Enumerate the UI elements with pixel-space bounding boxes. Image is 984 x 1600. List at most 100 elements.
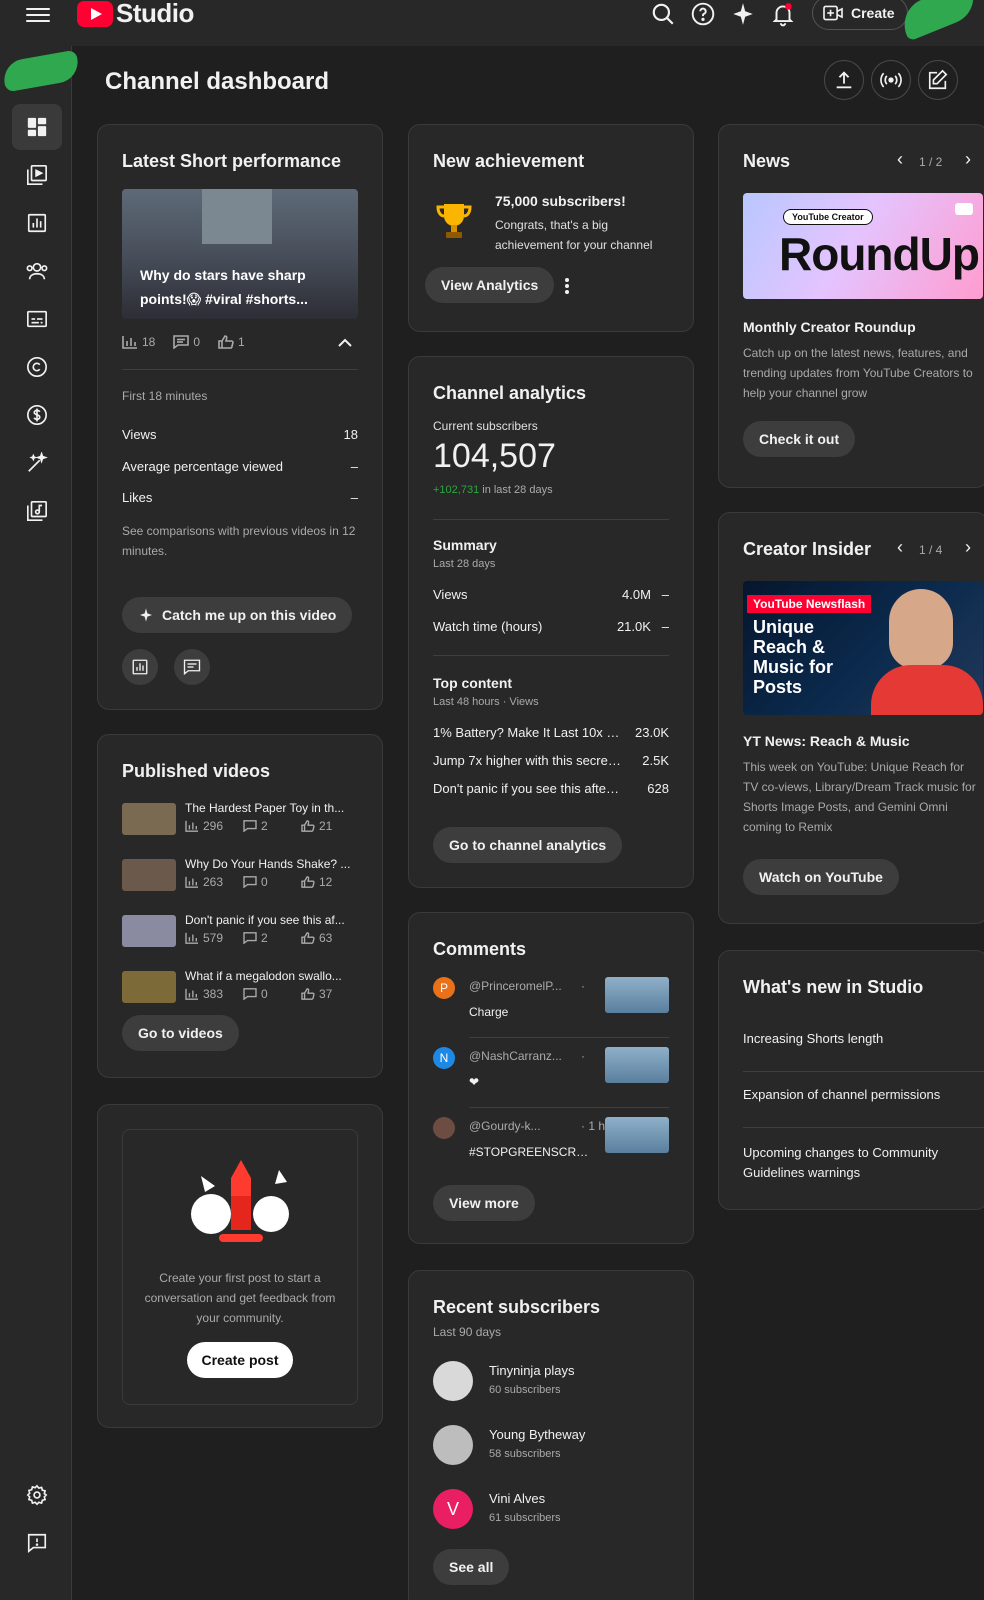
chevron-left-icon[interactable]: ‹ [897, 537, 903, 558]
whats-new-item[interactable]: Expansion of channel permissions [743, 1087, 940, 1102]
channel-avatar[interactable] [0, 49, 82, 93]
top-content-row[interactable]: Don't panic if you see this after ... 628 [433, 781, 669, 796]
subscriber-avatar[interactable] [433, 1425, 473, 1465]
comment-video-thumbnail[interactable] [605, 977, 669, 1013]
metric-value: – [350, 490, 358, 505]
video-thumbnail[interactable] [122, 915, 176, 947]
view-more-comments-button[interactable]: View more [433, 1185, 535, 1221]
studio-logo[interactable]: Studio [77, 0, 194, 29]
sidebar-item-content[interactable] [12, 152, 62, 198]
short-comments-button[interactable] [174, 649, 210, 685]
comments-stat: 0 [243, 875, 301, 889]
comment-row[interactable]: N @NashCarranz... · ❤ [433, 1047, 669, 1107]
account-avatar[interactable] [896, 0, 982, 42]
go-to-videos-button[interactable]: Go to videos [122, 1015, 239, 1051]
go-live-button[interactable] [871, 60, 911, 100]
short-thumbnail[interactable]: Why do stars have sharp points!😱 #viral … [122, 189, 358, 319]
subscriber-avatar[interactable]: V [433, 1489, 473, 1529]
comment-row[interactable]: P @PrinceromelP... · Charge [433, 977, 669, 1037]
whats-new-item[interactable]: Increasing Shorts length [743, 1031, 883, 1046]
dashboard-icon [27, 117, 47, 137]
create-button[interactable]: Create [812, 0, 908, 30]
channel-analytics-card: Channel analytics Current subscribers 10… [408, 356, 694, 888]
see-all-subscribers-button[interactable]: See all [433, 1549, 510, 1585]
presenter-jacket [871, 665, 983, 715]
audio-library-icon [27, 501, 47, 521]
likes-value: 12 [319, 875, 333, 889]
watch-on-youtube-button[interactable]: Watch on YouTube [743, 859, 899, 895]
copyright-icon [27, 357, 47, 377]
more-options-icon[interactable] [564, 277, 570, 295]
video-thumbnail[interactable] [122, 971, 176, 1003]
sidebar-item-customization[interactable] [12, 440, 62, 486]
commenter-avatar[interactable]: P [433, 977, 455, 999]
achievement-body: Congrats, that's a big achievement for y… [495, 218, 653, 252]
commenter-avatar[interactable]: N [433, 1047, 455, 1069]
chevron-up-icon[interactable] [338, 338, 352, 348]
like-icon [301, 988, 315, 1000]
comment-icon [183, 659, 201, 676]
go-to-analytics-button[interactable]: Go to channel analytics [433, 827, 623, 863]
video-stats: 296 2 21 [185, 819, 355, 833]
upload-icon [836, 71, 852, 89]
chevron-right-icon[interactable]: › [965, 149, 971, 170]
sparkle-icon[interactable] [730, 1, 756, 27]
short-analytics-button[interactable] [122, 649, 158, 685]
comment-row[interactable]: @Gourdy-k... · 1 h... #STOPGREENSCREEN [433, 1117, 669, 1177]
bar-chart-icon [122, 336, 137, 349]
video-title: Don't panic if you see this af... [185, 913, 345, 927]
achievement-title: New achievement [433, 151, 585, 171]
sidebar-item-audio-library[interactable] [12, 488, 62, 534]
like-icon [301, 820, 315, 832]
top-content-row[interactable]: Jump 7x higher with this secret ... 2.5K [433, 753, 669, 768]
chevron-right-icon[interactable]: › [965, 537, 971, 558]
summary-period: Last 28 days [433, 558, 496, 570]
notifications-icon[interactable] [770, 1, 796, 27]
sidebar-item-subtitles[interactable] [12, 296, 62, 342]
help-icon[interactable] [690, 1, 716, 27]
whats-new-item[interactable]: Upcoming changes to Community Guidelines… [743, 1143, 963, 1183]
insider-thumbnail[interactable]: YouTube Newsflash Unique Reach & Music f… [743, 581, 983, 715]
page-title: Channel dashboard [105, 68, 330, 95]
comments-stat: 0 [173, 335, 200, 349]
creator-insider-card: Creator Insider ‹ 1 / 4 › YouTube Newsfl… [718, 512, 984, 924]
likes-stat: 37 [301, 987, 332, 1001]
sidebar-item-settings[interactable] [12, 1472, 62, 1518]
comment-video-thumbnail[interactable] [605, 1117, 669, 1153]
catch-up-button[interactable]: Catch me up on this video [122, 597, 353, 633]
subscriber-avatar[interactable] [433, 1361, 473, 1401]
insider-headline: YT News: Reach & Music [743, 733, 910, 749]
sidebar-item-dashboard[interactable] [12, 104, 62, 150]
upload-button[interactable] [824, 60, 864, 100]
subscriber-row[interactable]: V Vini Alves 61 subscribers [433, 1489, 669, 1533]
published-video-row[interactable]: The Hardest Paper Toy in th... 296 2 21 [122, 801, 362, 841]
subscriber-row[interactable]: Young Bytheway 58 subscribers [433, 1425, 669, 1469]
sidebar-item-analytics[interactable] [12, 200, 62, 246]
recent-subscribers-period: Last 90 days [433, 1325, 502, 1339]
comment-video-thumbnail[interactable] [605, 1047, 669, 1083]
sidebar-item-feedback[interactable] [12, 1520, 62, 1566]
chevron-left-icon[interactable]: ‹ [897, 149, 903, 170]
published-video-row[interactable]: What if a megalodon swallo... 383 0 37 [122, 969, 362, 1009]
search-icon[interactable] [650, 1, 676, 27]
subscriber-name: Young Bytheway [489, 1427, 586, 1442]
commenter-avatar[interactable] [433, 1117, 455, 1139]
sidebar-item-earn[interactable] [12, 392, 62, 438]
published-video-row[interactable]: Don't panic if you see this af... 579 2 … [122, 913, 362, 953]
top-content-row[interactable]: 1% Battery? Make It Last 10x Lo... 23.0K [433, 725, 669, 740]
check-it-out-button[interactable]: Check it out [743, 421, 856, 457]
bar-chart-icon [185, 988, 198, 1000]
video-thumbnail[interactable] [122, 859, 176, 891]
published-video-row[interactable]: Why Do Your Hands Shake? ... 263 0 12 [122, 857, 362, 897]
video-thumbnail[interactable] [122, 803, 176, 835]
subscriber-row[interactable]: Tinyninja plays 60 subscribers [433, 1361, 669, 1405]
create-post-shortcut-button[interactable] [918, 60, 958, 100]
view-analytics-button[interactable]: View Analytics [425, 267, 555, 303]
create-post-button[interactable]: Create post [187, 1342, 293, 1378]
channel-analytics-title: Channel analytics [433, 383, 587, 403]
menu-icon[interactable] [26, 4, 50, 24]
trophy-icon [436, 204, 472, 238]
sidebar-item-community[interactable] [12, 248, 62, 294]
sidebar-item-copyright[interactable] [12, 344, 62, 390]
news-banner[interactable]: YouTube Creator RoundUp [743, 193, 983, 299]
